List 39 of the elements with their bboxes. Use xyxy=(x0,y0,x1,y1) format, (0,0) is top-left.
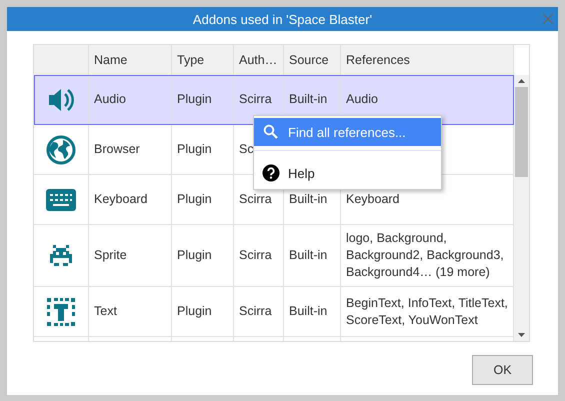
column-header: Auth… xyxy=(239,52,278,68)
table-cell: Keyboard xyxy=(94,191,148,208)
table-cell: Plugin xyxy=(177,91,212,108)
table-cell: Sc xyxy=(239,141,254,158)
table-row[interactable]: Sprite Plugin Scirra Built-in logo, Background, Background2, Background3, Background4… (19 more) xyxy=(34,225,514,287)
column-header: References xyxy=(346,52,410,68)
table-cell: Plugin xyxy=(177,191,212,208)
ok-button[interactable]: OK xyxy=(472,355,533,385)
column-header: Name xyxy=(94,52,128,68)
table-cell: Scirra xyxy=(239,303,272,320)
column-header: Source xyxy=(289,52,329,68)
help-icon xyxy=(262,164,280,182)
table-cell: Keyboard xyxy=(346,191,400,208)
table-row[interactable]: Audio Plugin Scirra Built-in Audio xyxy=(34,75,514,125)
globe-icon xyxy=(45,134,77,166)
table-cell: Plugin xyxy=(177,141,212,158)
table-cell: Audio xyxy=(346,91,378,108)
column-header: Type xyxy=(177,52,204,68)
window-title: Addons used in 'Space Blaster' xyxy=(192,12,372,26)
table-cell: BeginText, InfoText, TitleText, ScoreText, YouWonText xyxy=(346,294,508,328)
table-cell: Plugin xyxy=(177,303,212,320)
table-cell-text: logo, Background, Background2, Background3, Background4… (19 more) xyxy=(346,230,505,281)
table-cell: Audio xyxy=(94,91,126,108)
table-cell: Scirra xyxy=(239,91,272,108)
table-cell: Text xyxy=(94,303,117,320)
table-cell: Built-in xyxy=(289,91,328,108)
table-cell: Scirra xyxy=(239,247,272,264)
table-cell: Scirra xyxy=(239,191,272,208)
table-row[interactable]: Text Plugin Scirra Built-in BeginText, InfoText, TitleText, ScoreText, YouWonText xyxy=(34,287,514,337)
table-cell: Sprite xyxy=(94,247,127,264)
menu-item[interactable]: Find all references... xyxy=(254,118,441,146)
scrollbar[interactable] xyxy=(514,75,529,341)
table-cell: Built-in xyxy=(289,303,328,320)
table-cell: Built-in xyxy=(289,247,328,264)
table-cell: Browser xyxy=(94,141,140,158)
table-cell: Plugin xyxy=(177,247,212,264)
text-frame-icon xyxy=(45,296,77,328)
search-icon xyxy=(263,124,279,140)
table-cell: Built-in xyxy=(289,191,328,208)
